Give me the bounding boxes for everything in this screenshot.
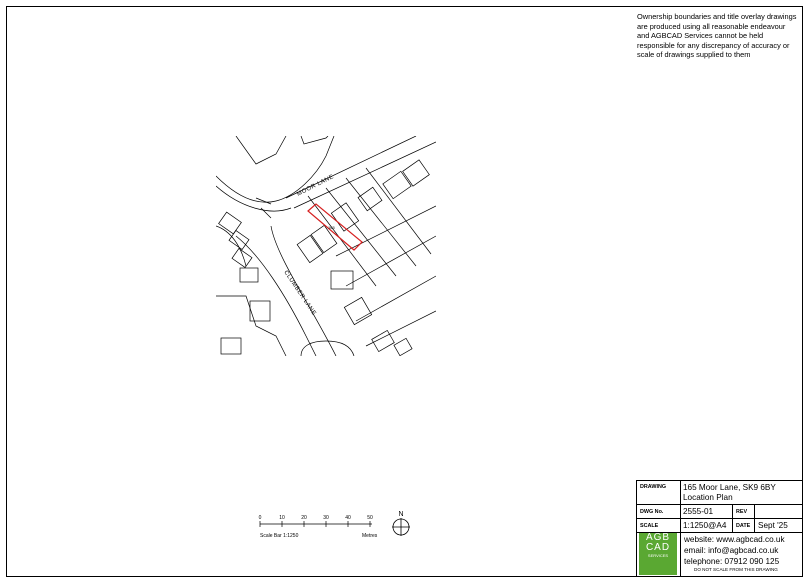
map-drawing: 165 MOOR LANE CLUMBER LANE: [216, 136, 436, 356]
plot-line: [355, 275, 436, 322]
agbcad-logo: AGB CAD SERVICES: [639, 533, 677, 575]
disclaimer-note: Ownership boundaries and title overlay d…: [637, 12, 797, 60]
building: [218, 211, 242, 235]
plot-line: [335, 205, 436, 257]
telephone-text: telephone: 07912 090 125: [684, 557, 780, 566]
plot-line: [365, 310, 436, 347]
date-label: DATE: [736, 523, 751, 529]
road-edge: [300, 340, 355, 356]
building: [239, 267, 259, 283]
road-edge: [216, 136, 335, 203]
building: [343, 296, 373, 326]
building: [296, 234, 324, 264]
plot-line: [365, 167, 432, 255]
date-value: Sept '25: [758, 521, 788, 530]
building: [330, 202, 360, 232]
dwg-value: 2555-01: [683, 507, 714, 516]
scale-tick-label: 20: [301, 515, 307, 521]
building: [220, 337, 242, 355]
plot-number-label: 165: [328, 225, 335, 230]
drawing-subtitle: Location Plan: [683, 493, 733, 502]
plot-line: [345, 235, 436, 287]
drawing-title: 165 Moor Lane, SK9 6BY: [683, 483, 776, 492]
north-label: N: [398, 511, 403, 518]
plot-line: [216, 295, 287, 356]
building: [231, 248, 253, 268]
scale-bar: 0 10 20 30 40 50 Scale Bar 1:1250 Metres: [254, 510, 384, 542]
plot-line: [325, 187, 397, 277]
rev-label: REV: [736, 509, 748, 515]
scale-tick-label: 0: [259, 515, 262, 521]
dwg-label: DWG No.: [640, 509, 664, 515]
moor-lane-label: MOOR LANE: [296, 174, 335, 198]
scale-value: 1:1250@A4: [683, 521, 727, 530]
drawing-label: DRAWING: [640, 484, 667, 490]
building: [402, 159, 430, 187]
title-block: DRAWING 165 Moor Lane, SK9 6BY Location …: [636, 480, 803, 577]
road-edge: [216, 185, 292, 212]
location-map: 165 MOOR LANE CLUMBER LANE: [216, 136, 436, 356]
scale-caption: Scale Bar 1:1250: [260, 533, 299, 539]
scale-label: SCALE: [640, 523, 659, 529]
scale-tick-label: 10: [279, 515, 285, 521]
building: [382, 170, 412, 200]
plot-line: [235, 136, 287, 165]
website-text: website: www.agbcad.co.uk: [684, 535, 785, 544]
scale-tick-label: 50: [367, 515, 373, 521]
do-not-scale-note: DO NOT SCALE FROM THIS DRAWING: [694, 567, 778, 572]
email-text: email: info@agbcad.co.uk: [684, 546, 779, 555]
plot-line: [260, 207, 272, 219]
road-edge: [293, 141, 436, 209]
plot-line: [300, 136, 329, 145]
north-arrow: N: [389, 510, 413, 538]
building: [357, 186, 383, 212]
clumber-lane-label: CLUMBER LANE: [282, 270, 316, 317]
scale-units: Metres: [362, 533, 378, 539]
scale-tick-label: 30: [323, 515, 329, 521]
building: [393, 337, 413, 356]
plot-line: [255, 197, 272, 205]
scale-tick-label: 40: [345, 515, 351, 521]
building: [330, 270, 354, 290]
